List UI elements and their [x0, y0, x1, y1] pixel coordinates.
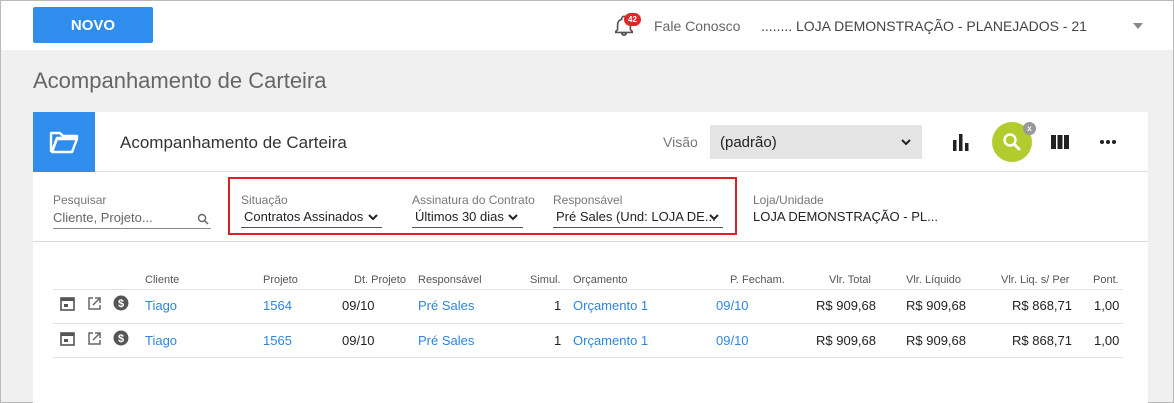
responsavel-label: Responsável: [553, 193, 623, 207]
columns-icon[interactable]: [1050, 133, 1070, 151]
cell-vlr-total: R$ 909,68: [816, 298, 876, 313]
col-header-vlr-liquido[interactable]: Vlr. Líquido: [906, 274, 961, 286]
col-header-p-fecham[interactable]: P. Fecham.: [730, 274, 785, 286]
cell-cliente[interactable]: Tiago: [145, 333, 177, 348]
responsavel-underline: [553, 227, 723, 228]
cell-cliente[interactable]: Tiago: [145, 298, 177, 313]
page-title: Acompanhamento de Carteira: [33, 68, 327, 93]
row-divider: [53, 357, 1123, 358]
situacao-select[interactable]: Contratos Assinados: [244, 209, 363, 224]
svg-text:$: $: [118, 298, 124, 310]
cell-vlr-liq-per: R$ 868,71: [1012, 298, 1072, 313]
search-input[interactable]: Cliente, Projeto...: [53, 210, 153, 225]
main-card: Acompanhamento de Carteira Visão (padrão…: [33, 112, 1148, 403]
col-header-pont[interactable]: Pont.: [1093, 274, 1119, 286]
cell-responsavel[interactable]: Pré Sales: [418, 298, 474, 313]
more-options-icon[interactable]: [1097, 134, 1119, 150]
col-header-responsavel[interactable]: Responsável: [418, 274, 482, 286]
col-header-cliente[interactable]: Cliente: [145, 274, 179, 286]
card-header: Acompanhamento de Carteira Visão (padrão…: [33, 112, 1148, 172]
assinatura-label: Assinatura do Contrato: [412, 193, 535, 207]
cell-p-fecham[interactable]: 09/10: [716, 298, 749, 313]
cell-p-fecham[interactable]: 09/10: [716, 333, 749, 348]
notification-badge: 42: [624, 13, 641, 26]
search-icon: [1003, 133, 1021, 151]
dollar-icon[interactable]: $: [113, 330, 129, 346]
cell-projeto[interactable]: 1565: [263, 333, 292, 348]
chevron-down-icon[interactable]: [367, 210, 379, 222]
chevron-down-icon[interactable]: [507, 210, 519, 222]
cell-orcamento[interactable]: Orçamento 1: [573, 298, 648, 313]
visao-select-value: (padrão): [720, 133, 777, 151]
calendar-icon[interactable]: [60, 296, 76, 312]
cell-responsavel[interactable]: Pré Sales: [418, 333, 474, 348]
situacao-label: Situação: [241, 193, 288, 207]
visao-select[interactable]: (padrão): [710, 125, 922, 159]
clear-search-icon[interactable]: x: [1023, 122, 1036, 135]
visao-label: Visão: [663, 134, 698, 150]
col-header-vlr-liq-per[interactable]: Vlr. Liq. s/ Per: [1001, 274, 1069, 286]
responsavel-select[interactable]: Pré Sales (Und: LOJA DE...: [556, 209, 716, 224]
cell-pont: 1,00: [1094, 333, 1120, 348]
top-bar: NOVO 42 Fale Conosco ........ LOJA DEMON…: [1, 1, 1173, 50]
open-external-icon[interactable]: [87, 296, 103, 312]
cell-vlr-liq-per: R$ 868,71: [1012, 333, 1072, 348]
row-divider: [53, 289, 1123, 290]
col-header-simul[interactable]: Simul.: [530, 274, 561, 286]
dollar-icon[interactable]: $: [113, 295, 129, 311]
svg-text:$: $: [118, 333, 124, 345]
cell-simul: 1: [554, 333, 562, 348]
cell-dt-projeto: 09/10: [342, 333, 375, 348]
bar-chart-icon[interactable]: [950, 131, 972, 153]
cell-dt-projeto: 09/10: [342, 298, 375, 313]
pesquisar-label: Pesquisar: [53, 193, 107, 207]
filters-bar: Pesquisar Cliente, Projeto... Situação C…: [33, 173, 1148, 242]
folder-icon: [33, 112, 95, 172]
col-header-dt-projeto[interactable]: Dt. Projeto: [354, 274, 406, 286]
row-divider: [53, 323, 1123, 324]
calendar-icon[interactable]: [60, 331, 76, 347]
cell-vlr-total: R$ 909,68: [816, 333, 876, 348]
situacao-underline: [241, 227, 382, 228]
cell-orcamento[interactable]: Orçamento 1: [573, 333, 648, 348]
search-icon[interactable]: [197, 212, 209, 225]
col-header-projeto[interactable]: Projeto: [263, 274, 298, 286]
chevron-down-icon: [901, 139, 911, 146]
cell-projeto[interactable]: 1564: [263, 298, 292, 313]
fale-conosco-link[interactable]: Fale Conosco: [654, 18, 740, 34]
cell-pont: 1,00: [1094, 298, 1120, 313]
open-external-icon[interactable]: [87, 331, 103, 347]
col-header-vlr-total[interactable]: Vlr. Total: [829, 274, 871, 286]
caret-down-icon[interactable]: [1133, 23, 1143, 29]
cell-vlr-liquido: R$ 909,68: [906, 298, 966, 313]
assinatura-underline: [412, 227, 523, 228]
cell-vlr-liquido: R$ 909,68: [906, 333, 966, 348]
card-title: Acompanhamento de Carteira: [120, 133, 347, 152]
loja-label: Loja/Unidade: [753, 193, 824, 207]
store-selector[interactable]: ........ LOJA DEMONSTRAÇÃO - PLANEJADOS …: [761, 18, 1087, 34]
search-underline: [53, 228, 211, 229]
col-header-orcamento[interactable]: Orçamento: [573, 274, 627, 286]
chevron-down-icon[interactable]: [708, 210, 720, 222]
cell-simul: 1: [554, 298, 562, 313]
novo-button[interactable]: NOVO: [33, 7, 153, 43]
loja-value[interactable]: LOJA DEMONSTRAÇÃO - PL...: [753, 209, 938, 224]
assinatura-select[interactable]: Últimos 30 dias: [415, 209, 504, 224]
